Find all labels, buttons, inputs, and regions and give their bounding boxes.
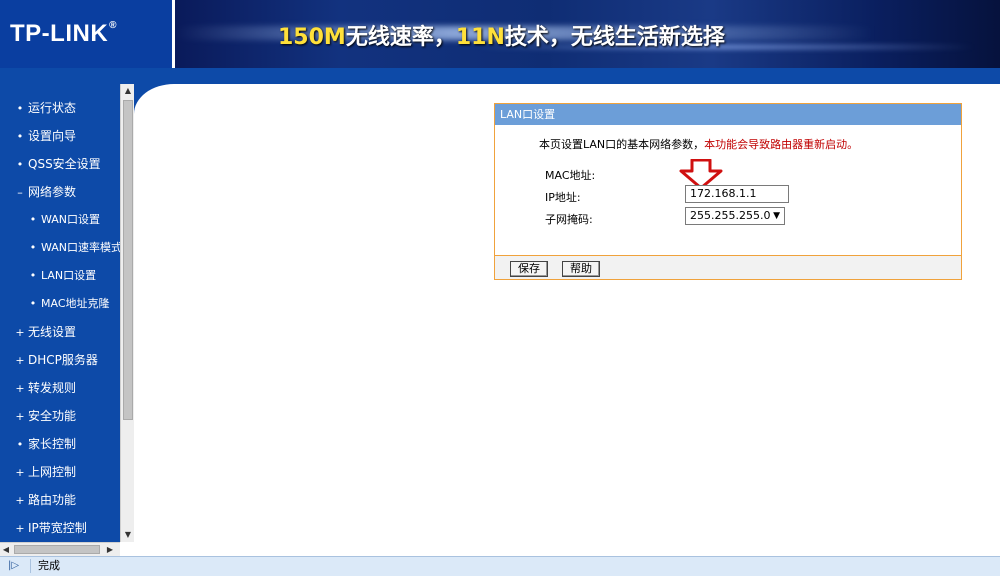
subnet-mask-label: 子网掩码: (545, 213, 593, 226)
sidebar-item-security[interactable]: + 安全功能 (0, 402, 120, 430)
sidebar-item-forwarding[interactable]: + 转发规则 (0, 374, 120, 402)
scroll-down-icon[interactable]: ▼ (121, 528, 135, 542)
ip-address-input[interactable]: 172.168.1.1 (685, 185, 789, 203)
scroll-right-icon[interactable]: ▶ (104, 543, 116, 557)
sidebar-item-network[interactable]: – 网络参数 (0, 178, 120, 206)
header-band (0, 68, 1000, 84)
mac-label: MAC地址: (545, 169, 596, 182)
lan-settings-panel: LAN口设置 本页设置LAN口的基本网络参数，本功能会导致路由器重新启动。 MA… (494, 103, 962, 280)
logo-area: TP-LINK® (0, 0, 172, 68)
sidebar-item-parental[interactable]: • 家长控制 (0, 430, 120, 458)
chevron-down-icon: ▼ (773, 211, 780, 221)
sidebar-item-dhcp[interactable]: + DHCP服务器 (0, 346, 120, 374)
status-bar: |▷ 完成 (0, 556, 1000, 576)
sidebar-item-wan[interactable]: • WAN口设置 (0, 206, 120, 234)
ip-label: IP地址: (545, 191, 581, 204)
sidebar-item-routing[interactable]: + 路由功能 (0, 486, 120, 514)
sidebar-vertical-scrollbar[interactable]: ▲ ▼ (120, 84, 134, 542)
sidebar-item-bandwidth[interactable]: + IP带宽控制 (0, 514, 120, 542)
sidebar-item-access-control[interactable]: + 上网控制 (0, 458, 120, 486)
sidebar-item-setup-wizard[interactable]: • 设置向导 (0, 122, 120, 150)
sidebar-item-lan[interactable]: • LAN口设置 (0, 262, 120, 290)
status-text: 完成 (38, 559, 60, 572)
restart-warning: 本功能会导致路由器重新启动。 (704, 138, 859, 151)
panel-intro: 本页设置LAN口的基本网络参数，本功能会导致路由器重新启动。 (539, 138, 859, 151)
panel-body: 本页设置LAN口的基本网络参数，本功能会导致路由器重新启动。 MAC地址: IP… (495, 125, 961, 257)
sidebar-item-status[interactable]: • 运行状态 (0, 94, 120, 122)
sidebar-item-mac-clone[interactable]: • MAC地址克隆 (0, 290, 120, 318)
panel-footer: 保存 帮助 (495, 255, 961, 279)
tp-link-logo: TP-LINK® (10, 20, 118, 47)
content-corner (134, 84, 194, 114)
help-button[interactable]: 帮助 (562, 261, 600, 277)
sidebar-item-wan-speed[interactable]: • WAN口速率模式 (0, 234, 120, 262)
panel-title: LAN口设置 (495, 104, 961, 125)
header: TP-LINK® 150M无线速率，11N技术，无线生活新选择 (0, 0, 1000, 68)
hscrollbar-thumb[interactable] (14, 545, 100, 554)
save-button[interactable]: 保存 (510, 261, 548, 277)
sidebar-item-wireless[interactable]: + 无线设置 (0, 318, 120, 346)
subnet-mask-select[interactable]: 255.255.255.0 ▼ (685, 207, 785, 225)
scroll-up-icon[interactable]: ▲ (121, 84, 135, 98)
banner: 150M无线速率，11N技术，无线生活新选择 (175, 0, 1000, 68)
status-divider (30, 559, 31, 573)
scrollbar-thumb[interactable] (123, 100, 133, 420)
sidebar-horizontal-scrollbar[interactable]: ◀ ▶ (0, 542, 120, 556)
scroll-left-icon[interactable]: ◀ (0, 543, 12, 557)
sidebar-menu: • 运行状态 • 设置向导 • QSS安全设置 – 网络参数 • WAN口设置 • WAN口… (0, 84, 120, 542)
banner-slogan: 150M无线速率，11N技术，无线生活新选择 (278, 25, 725, 50)
page-status-icon: |▷ (8, 560, 20, 571)
sidebar-item-qss[interactable]: • QSS安全设置 (0, 150, 120, 178)
